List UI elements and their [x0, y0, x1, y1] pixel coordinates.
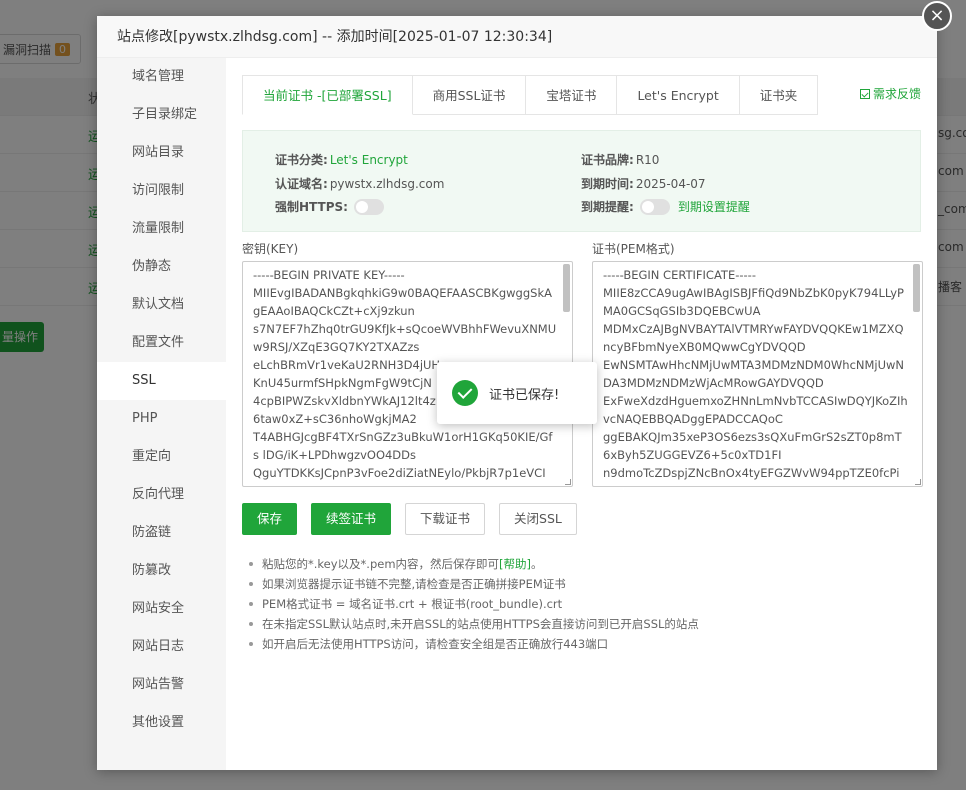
renew-cert-button[interactable]: 续签证书 [311, 503, 392, 535]
close-ssl-button[interactable]: 关闭SSL [499, 503, 577, 535]
expire-remind: 到期提醒: 到期设置提醒 [581, 198, 750, 215]
tips-list: 粘贴您的*.key以及*.pem内容，然后保存即可[帮助]。 如果浏览器提示证书… [247, 554, 699, 654]
expire-remind-settings-link[interactable]: 到期设置提醒 [678, 198, 750, 215]
ssl-tabs: 当前证书 -[已部署SSL] 商用SSL证书 宝塔证书 Let's Encryp… [242, 75, 921, 115]
cert-domain: 认证域名: pywstx.zlhdsg.com [275, 175, 444, 192]
sidebar-item-redirect[interactable]: 重定向 [97, 438, 226, 476]
cert-domain-label: 认证域名: [275, 177, 328, 191]
feedback-icon [859, 88, 870, 99]
close-icon[interactable]: × [922, 1, 952, 31]
force-https-label: 强制HTTPS: [275, 200, 348, 214]
cert-scrollbar[interactable] [913, 264, 920, 312]
cert-brand-value: R10 [635, 152, 660, 167]
sidebar-item-site-logs[interactable]: 网站日志 [97, 628, 226, 666]
key-label: 密钥(KEY) [242, 242, 299, 256]
feedback-link[interactable]: 需求反馈 [859, 85, 921, 102]
sidebar-item-domains[interactable]: 域名管理 [97, 58, 226, 96]
toast-message: 证书已保存! [489, 387, 560, 403]
sidebar-item-subdir-binding[interactable]: 子目录绑定 [97, 96, 226, 134]
sidebar-item-ssl[interactable]: SSL [97, 362, 226, 400]
download-cert-button[interactable]: 下载证书 [405, 503, 486, 535]
key-scrollbar[interactable] [563, 264, 570, 312]
sidebar-item-site-alerts[interactable]: 网站告警 [97, 666, 226, 704]
ssl-panel: 当前证书 -[已部署SSL] 商用SSL证书 宝塔证书 Let's Encryp… [242, 75, 923, 651]
resize-handle-icon[interactable] [565, 479, 571, 485]
sidebar-item-traffic-limit[interactable]: 流量限制 [97, 210, 226, 248]
list-item: 如开启后无法使用HTTPS访问，请检查安全组是否正确放行443端口 [247, 634, 699, 654]
sidebar-item-other-settings[interactable]: 其他设置 [97, 704, 226, 742]
cert-text: -----BEGIN CERTIFICATE----- MIIE8zCCA9ug… [603, 268, 908, 480]
cert-expire-value: 2025-04-07 [635, 176, 706, 191]
cert-category-label: 证书分类: [275, 153, 328, 167]
sidebar-item-rewrite[interactable]: 伪静态 [97, 248, 226, 286]
list-item: 在未指定SSL默认站点时,未开启SSL的站点使用HTTPS会直接访问到已开启SS… [247, 614, 699, 634]
toast-notification: 证书已保存! [437, 362, 597, 424]
expire-remind-label: 到期提醒: [581, 200, 634, 214]
sidebar-item-php[interactable]: PHP [97, 400, 226, 438]
expire-remind-toggle[interactable] [639, 198, 670, 215]
sidebar-item-config-file[interactable]: 配置文件 [97, 324, 226, 362]
cert-brand: 证书品牌: R10 [581, 151, 659, 168]
sidebar-item-site-directory[interactable]: 网站目录 [97, 134, 226, 172]
sidebar-item-tamper-proof[interactable]: 防篡改 [97, 552, 226, 590]
sidebar-item-reverse-proxy[interactable]: 反向代理 [97, 476, 226, 514]
action-buttons: 保存 续签证书 下载证书 关闭SSL [242, 503, 591, 535]
tab-commercial-ssl[interactable]: 商用SSL证书 [412, 75, 527, 115]
modal-sidebar: 域名管理 子目录绑定 网站目录 访问限制 流量限制 伪静态 默认文档 配置文件 … [97, 58, 226, 770]
help-link[interactable]: [帮助] [499, 557, 531, 571]
sidebar-item-default-doc[interactable]: 默认文档 [97, 286, 226, 324]
feedback-label: 需求反馈 [872, 87, 921, 101]
sidebar-item-site-security[interactable]: 网站安全 [97, 590, 226, 628]
resize-handle-icon[interactable] [915, 479, 921, 485]
list-item: 如果浏览器提示证书链不完整,请检查是否正确拼接PEM证书 [247, 574, 699, 594]
cert-brand-label: 证书品牌: [581, 153, 634, 167]
list-item: PEM格式证书 = 域名证书.crt + 根证书(root_bundle).cr… [247, 594, 699, 614]
force-https-toggle[interactable] [353, 198, 384, 215]
tab-bt-cert[interactable]: 宝塔证书 [526, 75, 618, 115]
sidebar-item-access-limit[interactable]: 访问限制 [97, 172, 226, 210]
cert-textarea[interactable]: -----BEGIN CERTIFICATE----- MIIE8zCCA9ug… [592, 261, 923, 487]
cert-expire: 到期时间: 2025-04-07 [581, 175, 706, 192]
force-https: 强制HTTPS: [275, 198, 384, 215]
sidebar-item-hotlink[interactable]: 防盗链 [97, 514, 226, 552]
success-check-icon [452, 380, 478, 406]
cert-domain-value: pywstx.zlhdsg.com [329, 176, 445, 191]
tab-lets-encrypt[interactable]: Let's Encrypt [617, 75, 740, 115]
textarea-labels: 密钥(KEY) 证书(PEM格式) [242, 232, 921, 260]
tab-cert-folder[interactable]: 证书夹 [739, 75, 819, 115]
tip-suffix: 。 [531, 557, 543, 571]
save-button[interactable]: 保存 [242, 503, 298, 535]
tip-text: 粘贴您的*.key以及*.pem内容，然后保存即可 [262, 557, 500, 571]
list-item: 粘贴您的*.key以及*.pem内容，然后保存即可[帮助]。 [247, 554, 699, 574]
cert-expire-label: 到期时间: [581, 177, 634, 191]
cert-category-value: Let's Encrypt [329, 152, 408, 167]
cert-info-box: 证书分类: Let's Encrypt 证书品牌: R10 认证域名: pyws… [242, 130, 921, 232]
cert-category: 证书分类: Let's Encrypt [275, 151, 408, 168]
modal-title: 站点修改[pywstx.zlhdsg.com] -- 添加时间[2025-01-… [97, 16, 937, 58]
cert-label: 证书(PEM格式) [592, 242, 675, 256]
tab-current-cert[interactable]: 当前证书 -[已部署SSL] [242, 75, 413, 115]
